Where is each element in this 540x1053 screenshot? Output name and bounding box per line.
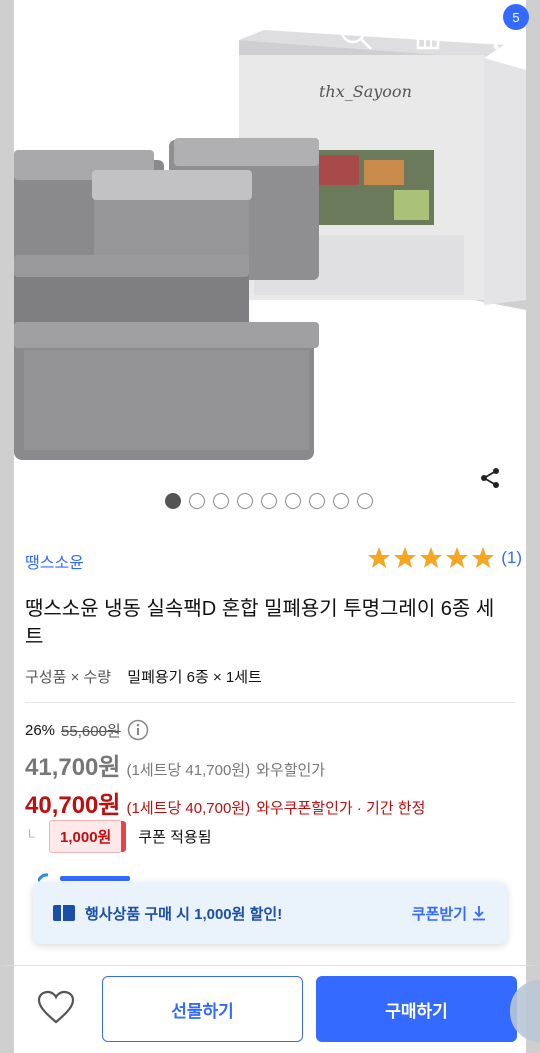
coupon-applied-text: 쿠폰 적용됨 [138, 829, 212, 846]
carousel-dot[interactable] [309, 493, 325, 509]
original-price: 55,600원 [61, 722, 121, 740]
carousel-dot[interactable] [237, 493, 253, 509]
option-row: 구성품 × 수량 밀폐용기 6종 × 1세트 [25, 666, 262, 687]
carousel-dot[interactable] [213, 493, 229, 509]
option-label: 구성품 × 수량 [25, 669, 112, 686]
product-image-area[interactable]: thx_Sayoon [0, 0, 540, 525]
branch-icon: └ [25, 829, 35, 844]
product-title: 땡스소윤 냉동 실속팩D 혼합 밀폐용기 투명그레이 6종 세트 [25, 598, 495, 648]
rating[interactable]: (1) [367, 546, 522, 570]
wow-price: 41,700원 [25, 754, 121, 781]
original-price-row: 26% 55,600원 [25, 719, 149, 741]
wow-price-row: 41,700원 (1세트당 41,700원) 와우할인가 [25, 747, 325, 782]
carousel-dot[interactable] [357, 493, 373, 509]
promo-coupon-banner[interactable]: 행사상품 구매 시 1,000원 할인! 쿠폰받기 [33, 882, 507, 944]
cart-count-badge: 5 [503, 4, 529, 30]
heart-icon[interactable] [36, 988, 76, 1028]
discount-rate: 26% [25, 721, 56, 739]
info-icon[interactable] [127, 719, 149, 741]
home-icon[interactable] [408, 14, 448, 54]
buy-button[interactable]: 구매하기 [316, 976, 517, 1042]
coupon-amount-tag: 1,000원 [49, 820, 127, 853]
star-icon [394, 547, 417, 568]
carousel-dot[interactable] [333, 493, 349, 509]
coupon-price: 40,700원 [25, 792, 121, 819]
star-icon [368, 547, 391, 568]
image-carousel-indicator[interactable] [165, 493, 373, 509]
coupon-unit-price: (1세트당 40,700원) [126, 800, 251, 817]
partial-row-behind-banner [38, 873, 130, 882]
gift-button[interactable]: 선물하기 [102, 976, 303, 1042]
wow-unit-price: (1세트당 41,700원) [126, 762, 251, 779]
get-coupon-label: 쿠폰받기 [411, 905, 467, 923]
promo-text: 행사상품 구매 시 1,000원 할인! [85, 905, 283, 923]
box-brand-text: thx_Sayoon [319, 82, 412, 101]
coupon-price-row: 40,700원 (1세트당 40,700원) 와우쿠폰할인가 · 기간 한정 [25, 785, 425, 820]
star-icon [446, 547, 469, 568]
search-icon[interactable] [336, 14, 376, 54]
download-icon [473, 906, 485, 921]
coupon-tag-icon [53, 905, 75, 921]
coupon-price-label: 와우쿠폰할인가 · 기간 한정 [256, 800, 426, 817]
review-count[interactable]: (1) [501, 548, 522, 568]
divider [25, 702, 515, 703]
chevron-left-icon[interactable] [14, 14, 54, 54]
bottom-action-bar: 선물하기 구매하기 [0, 965, 540, 1053]
wow-price-label: 와우할인가 [256, 762, 326, 779]
share-icon[interactable] [478, 466, 502, 490]
star-icon [420, 547, 443, 568]
coupon-applied-row: └ 1,000원 쿠폰 적용됨 [25, 820, 212, 853]
option-value: 밀폐용기 6종 × 1세트 [127, 669, 262, 686]
product-image[interactable] [14, 0, 526, 525]
carousel-dot[interactable] [261, 493, 277, 509]
top-navigation-bar: 5 [0, 0, 540, 70]
get-coupon-button[interactable]: 쿠폰받기 [412, 903, 487, 924]
star-icon [472, 547, 495, 568]
carousel-dot[interactable] [189, 493, 205, 509]
brand-link[interactable]: 땡스소윤 [25, 549, 84, 573]
carousel-dot[interactable] [285, 493, 301, 509]
carousel-dot[interactable] [165, 493, 181, 509]
